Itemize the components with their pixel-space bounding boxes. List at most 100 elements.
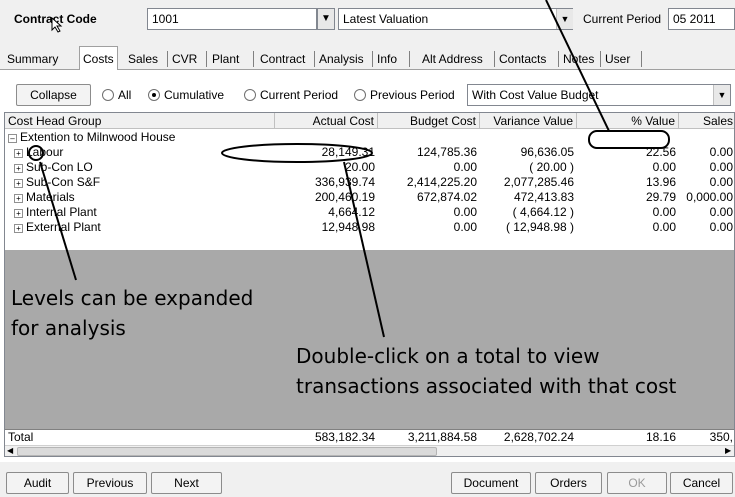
tab-alt-address[interactable]: Alt Address [419, 48, 486, 70]
col-header-budget-cost[interactable]: Budget Cost [378, 113, 480, 129]
tab-info[interactable]: Info [374, 48, 400, 70]
total-pct-cell[interactable]: 18.16 [577, 430, 679, 445]
row-name-cell: + Materials [11, 190, 275, 205]
total-sales-cell[interactable]: 350, [679, 430, 734, 445]
audit-button[interactable]: Audit [6, 472, 69, 494]
ok-button[interactable]: OK [607, 472, 667, 494]
radio-cumulative[interactable]: Cumulative [148, 87, 224, 103]
collapse-button-label: Collapse [30, 88, 77, 102]
pct-cell[interactable]: 0.00 [577, 160, 679, 175]
actual-cost-cell[interactable]: 4,664.12 [275, 205, 378, 220]
col-header-cost-head-group[interactable]: Cost Head Group [5, 113, 275, 129]
pct-cell[interactable]: 13.96 [577, 175, 679, 190]
tab-analysis[interactable]: Analysis [316, 48, 367, 70]
tab-plant[interactable]: Plant [209, 48, 242, 70]
radio-previous-period-label: Previous Period [370, 88, 455, 102]
contract-code-input[interactable]: 1001 [147, 8, 317, 30]
sales-cell[interactable]: 0.00 [679, 220, 734, 235]
table-row[interactable]: + Labour 28,149.31 124,785.36 96,636.05 2… [5, 145, 734, 160]
table-row[interactable]: + Internal Plant 4,664.12 0.00 ( 4,664.12… [5, 205, 734, 220]
scroll-left-icon[interactable]: ◀ [7, 446, 13, 456]
table-row[interactable]: + Sub-Con S&F 336,939.74 2,414,225.20 2,0… [5, 175, 734, 190]
total-actual-cell[interactable]: 583,182.34 [275, 430, 378, 445]
row-name-cell: + Sub-Con S&F [11, 175, 275, 190]
variance-cell[interactable]: ( 20.00 ) [480, 160, 577, 175]
actual-cost-cell[interactable]: 20.00 [275, 160, 378, 175]
table-row[interactable]: + Sub-Con LO 20.00 0.00 ( 20.00 ) 0.00 0.… [5, 160, 734, 175]
scroll-right-icon[interactable]: ▶ [725, 446, 731, 456]
total-row[interactable]: Total 583,182.34 3,211,884.58 2,628,702.… [5, 429, 734, 445]
next-button[interactable]: Next [151, 472, 222, 494]
tab-contacts[interactable]: Contacts [496, 48, 549, 70]
horizontal-scrollbar[interactable]: ◀ ▶ [5, 445, 734, 456]
table-row[interactable]: + External Plant 12,948.98 0.00 ( 12,948.… [5, 220, 734, 235]
expand-plus-icon[interactable]: + [14, 164, 23, 173]
sales-cell[interactable]: 0.00 [679, 175, 734, 190]
table-row[interactable]: + Materials 200,460.19 672,874.02 472,413… [5, 190, 734, 205]
tab-contract[interactable]: Contract [257, 48, 308, 70]
actual-cost-cell[interactable]: 336,939.74 [275, 175, 378, 190]
col-header-actual-cost[interactable]: Actual Cost [275, 113, 378, 129]
tab-user[interactable]: User [602, 48, 633, 70]
pct-cell[interactable]: 0.00 [577, 220, 679, 235]
document-button[interactable]: Document [451, 472, 531, 494]
expand-plus-icon[interactable]: + [14, 194, 23, 203]
tab-notes[interactable]: Notes [560, 48, 597, 70]
col-header-pct-value[interactable]: % Value [577, 113, 679, 129]
collapse-button[interactable]: Collapse [16, 84, 91, 106]
row-name: Labour [26, 145, 64, 159]
budget-cost-cell[interactable]: 0.00 [378, 160, 480, 175]
actual-cost-cell[interactable]: 12,948.98 [275, 220, 378, 235]
view-select[interactable]: With Cost Value Budget [467, 84, 731, 106]
expand-plus-icon[interactable]: + [14, 209, 23, 218]
variance-cell[interactable]: ( 12,948.98 ) [480, 220, 577, 235]
collapse-minus-icon[interactable]: – [8, 134, 17, 143]
chevron-down-icon[interactable]: ▼ [713, 85, 730, 105]
tab-cvr[interactable]: CVR [169, 48, 200, 70]
chevron-down-icon[interactable]: ▼ [556, 9, 573, 29]
expand-plus-icon[interactable]: + [14, 149, 23, 158]
tab-separator [253, 51, 254, 67]
radio-circle-icon [354, 89, 366, 101]
sales-cell[interactable]: 0.00 [679, 205, 734, 220]
tab-separator [167, 51, 168, 67]
col-header-sales[interactable]: Sales [679, 113, 734, 129]
budget-cost-cell[interactable]: 0.00 [378, 205, 480, 220]
variance-cell[interactable]: 472,413.83 [480, 190, 577, 205]
tab-summary[interactable]: Summary [4, 48, 61, 70]
sales-cell[interactable]: 0.00 [679, 160, 734, 175]
sales-cell[interactable]: 0,000.00 [679, 190, 734, 205]
total-budget-cell[interactable]: 3,211,884.58 [378, 430, 480, 445]
budget-cost-cell[interactable]: 0.00 [378, 220, 480, 235]
cancel-button[interactable]: Cancel [670, 472, 733, 494]
orders-button[interactable]: Orders [535, 472, 602, 494]
scroll-thumb[interactable] [17, 447, 437, 456]
budget-cost-cell[interactable]: 672,874.02 [378, 190, 480, 205]
variance-cell[interactable]: 2,077,285.46 [480, 175, 577, 190]
tab-sales[interactable]: Sales [125, 48, 161, 70]
budget-cost-cell[interactable]: 124,785.36 [378, 145, 480, 160]
pct-cell[interactable]: 0.00 [577, 205, 679, 220]
radio-current-period[interactable]: Current Period [244, 87, 338, 103]
group-row[interactable]: – Extention to Milnwood House [5, 130, 734, 145]
contract-code-label: Contract Code [14, 12, 97, 26]
previous-button[interactable]: Previous [73, 472, 147, 494]
actual-cost-cell[interactable]: 28,149.31 [275, 145, 378, 160]
variance-cell[interactable]: ( 4,664.12 ) [480, 205, 577, 220]
tab-costs[interactable]: Costs [79, 46, 118, 71]
expand-plus-icon[interactable]: + [14, 179, 23, 188]
contract-code-dropdown-button[interactable]: ▼ [317, 8, 335, 30]
actual-cost-cell[interactable]: 200,460.19 [275, 190, 378, 205]
expand-plus-icon[interactable]: + [14, 224, 23, 233]
variance-cell[interactable]: 96,636.05 [480, 145, 577, 160]
radio-all[interactable]: All [102, 87, 131, 103]
sales-cell[interactable]: 0.00 [679, 145, 734, 160]
valuation-select[interactable]: Latest Valuation [338, 8, 573, 30]
pct-cell[interactable]: 22.56 [577, 145, 679, 160]
budget-cost-cell[interactable]: 2,414,225.20 [378, 175, 480, 190]
total-variance-cell[interactable]: 2,628,702.24 [480, 430, 577, 445]
pct-cell[interactable]: 29.79 [577, 190, 679, 205]
col-header-variance-value[interactable]: Variance Value [480, 113, 577, 129]
row-name: External Plant [26, 220, 101, 234]
radio-previous-period[interactable]: Previous Period [354, 87, 455, 103]
